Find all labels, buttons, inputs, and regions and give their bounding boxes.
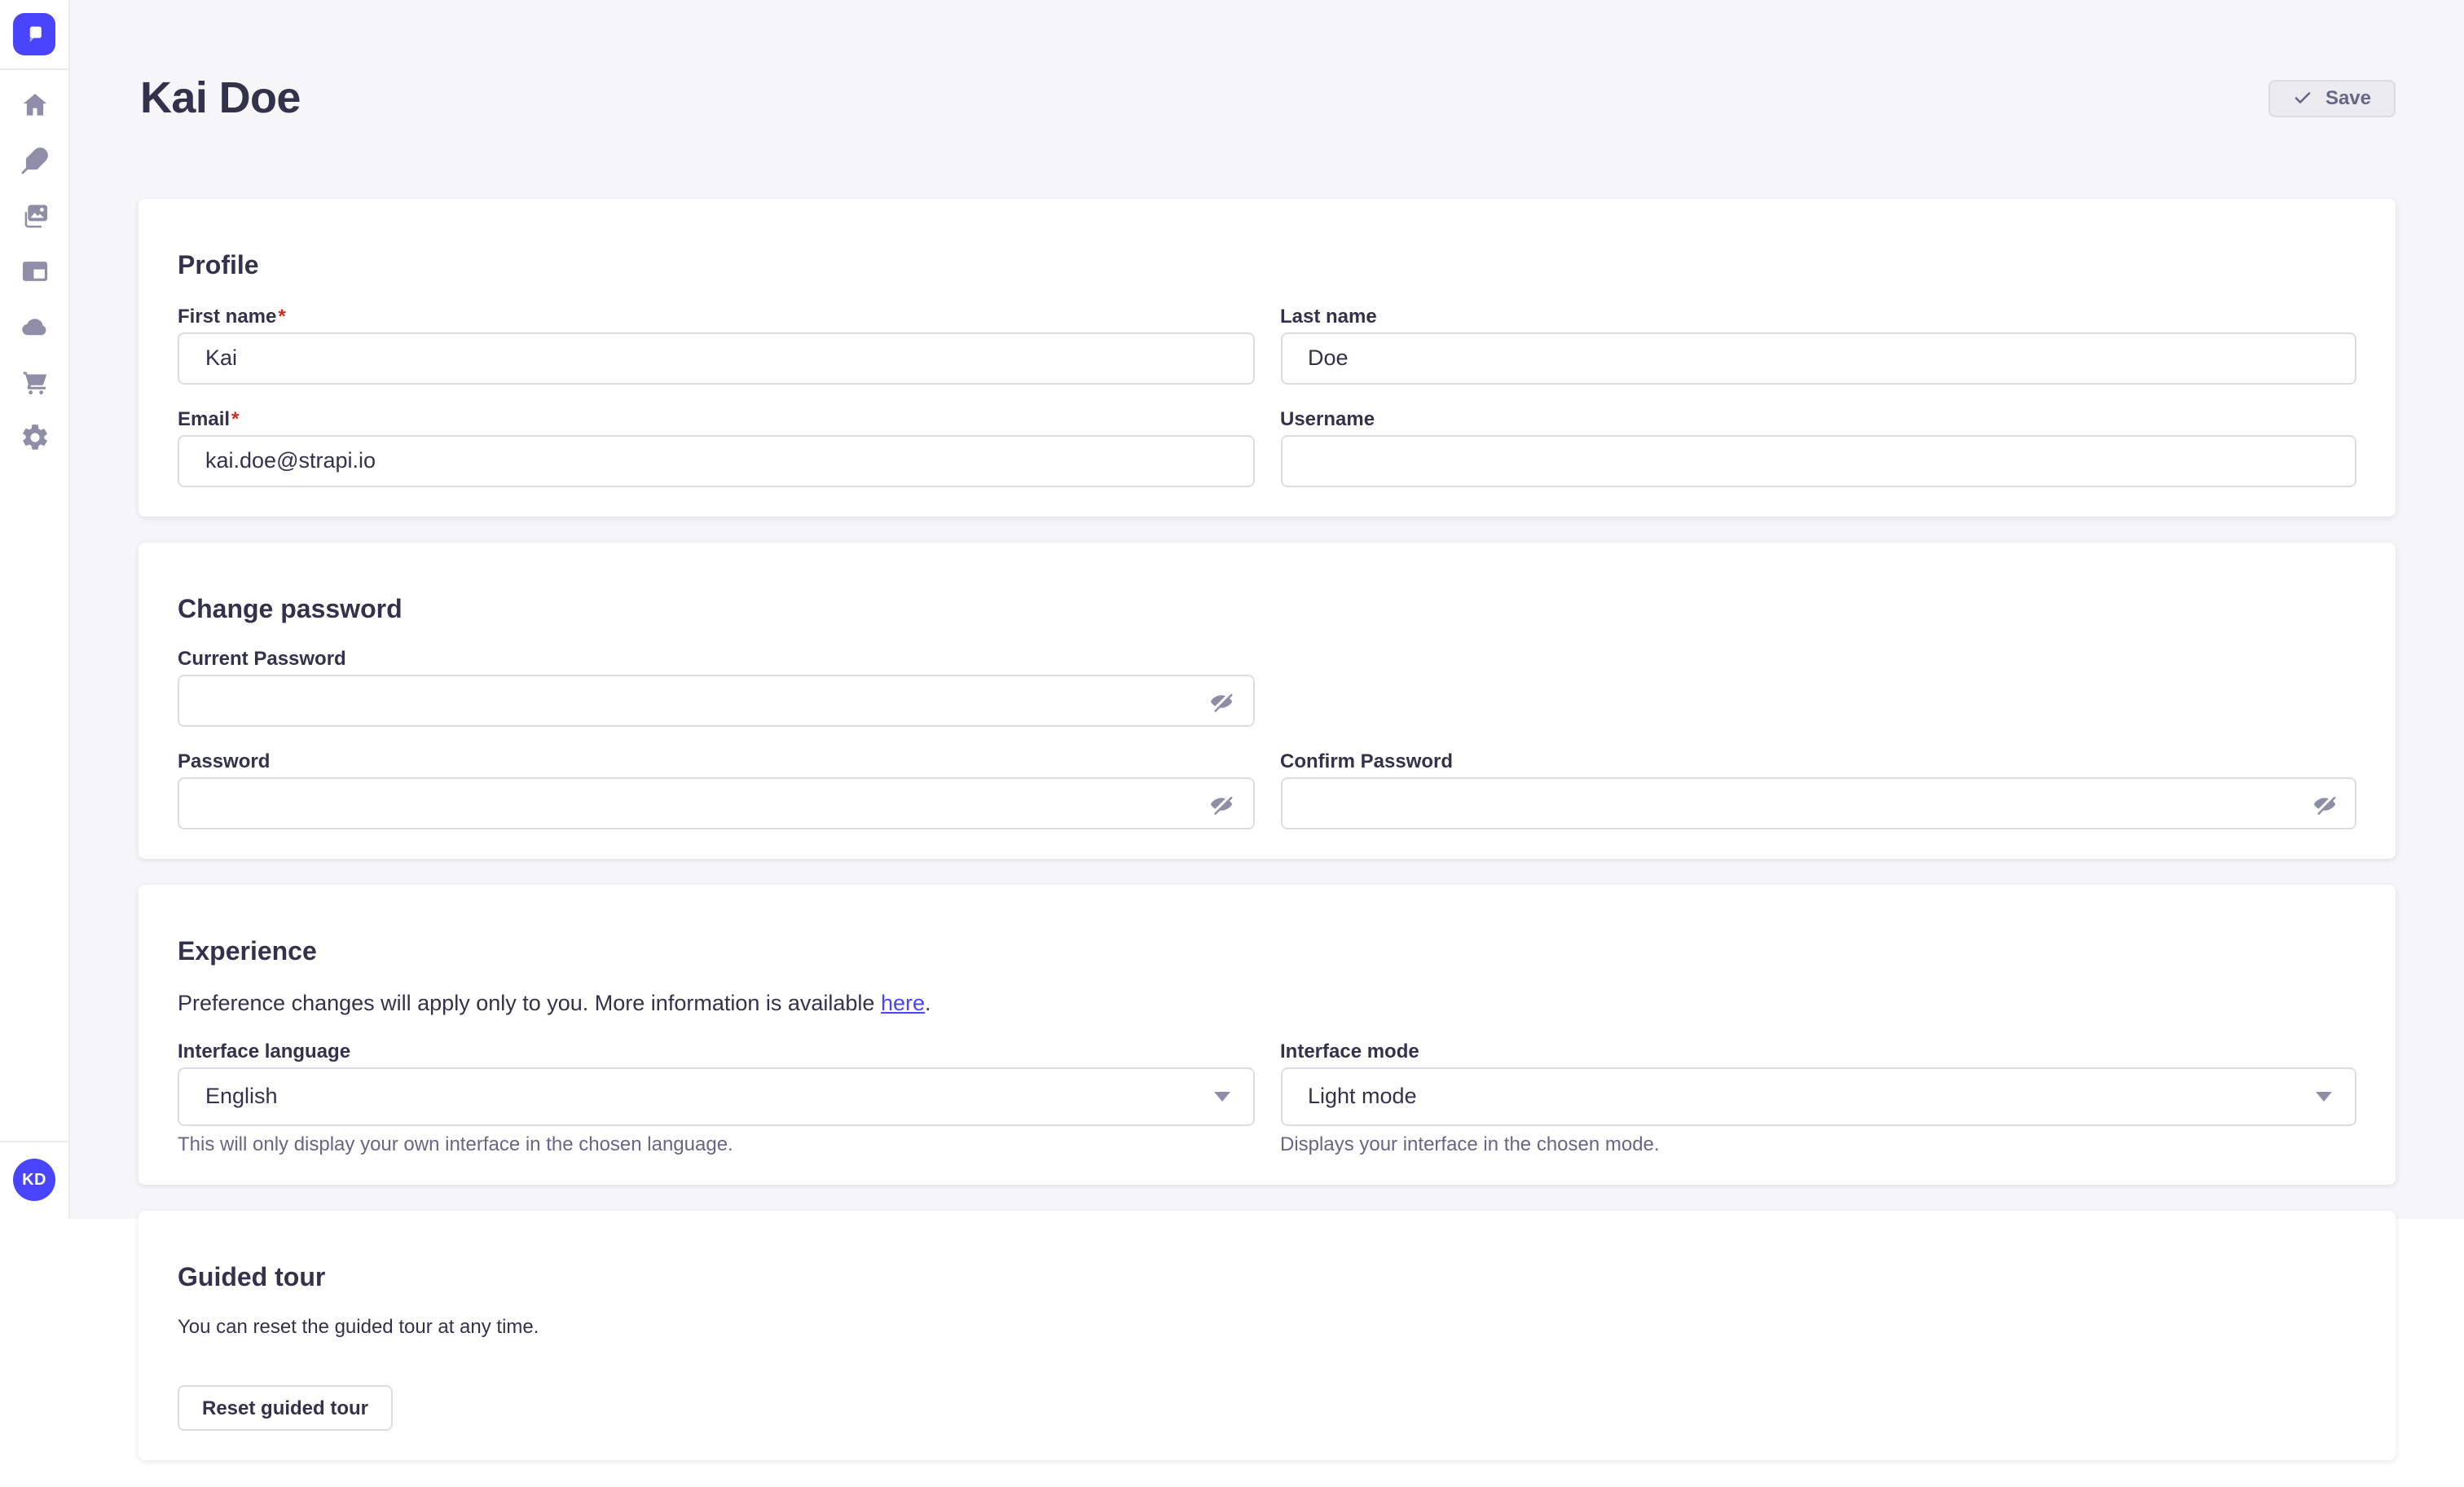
toggle-current-password-visibility-button[interactable] (1207, 686, 1236, 715)
email-field-group: Email* (178, 407, 1254, 486)
change-password-card: Change password Current Password (139, 542, 2396, 859)
interface-mode-value: Light mode (1308, 1084, 1417, 1109)
strapi-logo[interactable] (13, 13, 55, 55)
sidebar-item-media-library[interactable] (14, 196, 55, 236)
interface-language-value: English (205, 1084, 278, 1109)
eye-slash-icon (1208, 790, 1235, 817)
save-button[interactable]: Save (2268, 79, 2396, 117)
interface-mode-field-group: Interface mode Light mode Displays your … (1280, 1040, 2356, 1155)
experience-card: Experience Preference changes will apply… (139, 885, 2396, 1184)
sidebar-item-content-type-builder[interactable] (14, 251, 55, 292)
media-library-icon (19, 200, 50, 231)
save-button-label: Save (2325, 86, 2371, 109)
experience-subtitle: Preference changes will apply only to yo… (178, 991, 2356, 1017)
sidebar-divider-bottom (0, 1141, 68, 1142)
username-field-group: Username (1280, 407, 2356, 486)
change-password-card-title: Change password (178, 596, 2356, 626)
experience-card-title: Experience (178, 939, 2356, 969)
last-name-field-group: Last name (1280, 304, 2356, 384)
profile-card: Profile First name* Last name Email* (139, 199, 2396, 516)
first-name-field-group: First name* (178, 304, 1254, 384)
last-name-label: Last name (1280, 304, 2356, 327)
layout-icon (19, 256, 50, 287)
eye-slash-icon (2310, 790, 2338, 817)
sidebar-item-settings[interactable] (14, 417, 55, 458)
sidebar-item-cloud[interactable] (14, 306, 55, 347)
strapi-logo-glyph (23, 23, 46, 46)
sidebar-bottom: KD (0, 1141, 68, 1219)
sidebar-divider-top (0, 68, 68, 70)
chevron-down-icon (1213, 1092, 1230, 1102)
password-field-group: Password (178, 750, 1254, 829)
user-avatar[interactable]: KD (13, 1159, 55, 1201)
check-icon (2293, 88, 2312, 108)
interface-mode-label: Interface mode (1280, 1040, 2356, 1062)
username-input[interactable] (1280, 434, 2356, 486)
cart-icon (19, 367, 50, 398)
confirm-password-input[interactable] (1280, 777, 2356, 829)
sidebar-nav (14, 85, 55, 458)
confirm-password-label: Confirm Password (1280, 750, 2356, 772)
eye-slash-icon (1208, 687, 1235, 715)
cloud-icon (19, 311, 50, 342)
toggle-confirm-password-visibility-button[interactable] (2309, 789, 2339, 818)
interface-mode-helper: Displays your interface in the chosen mo… (1280, 1133, 2356, 1155)
password-label: Password (178, 750, 1254, 772)
profile-card-title: Profile (178, 253, 2356, 283)
guided-tour-card: Guided tour You can reset the guided tou… (139, 1211, 2396, 1461)
guided-tour-card-title: Guided tour (178, 1265, 2356, 1294)
required-asterisk: * (231, 407, 239, 429)
current-password-field-group: Current Password (178, 647, 1254, 727)
main-area: Kai Doe Save Profile First name* Las (70, 0, 2464, 1219)
first-name-input[interactable] (178, 332, 1254, 384)
last-name-input[interactable] (1280, 332, 2356, 384)
gear-icon (19, 422, 50, 453)
chevron-down-icon (2316, 1092, 2332, 1102)
page-content: Profile First name* Last name Email* (70, 199, 2464, 1486)
interface-language-select[interactable]: English (178, 1067, 1254, 1126)
toggle-password-visibility-button[interactable] (1207, 789, 1236, 818)
interface-language-label: Interface language (178, 1040, 1254, 1062)
interface-language-field-group: Interface language English This will onl… (178, 1040, 1254, 1155)
guided-tour-description: You can reset the guided tour at any tim… (178, 1316, 2356, 1339)
reset-guided-tour-button[interactable]: Reset guided tour (178, 1386, 393, 1432)
password-input[interactable] (178, 777, 1254, 829)
sidebar-item-home[interactable] (14, 85, 55, 125)
email-label: Email* (178, 407, 1254, 429)
interface-mode-select[interactable]: Light mode (1280, 1067, 2356, 1126)
home-icon (19, 90, 50, 121)
more-information-link[interactable]: here (881, 991, 925, 1015)
email-input[interactable] (178, 434, 1254, 486)
sidebar-item-content-manager[interactable] (14, 140, 55, 181)
page-title: Kai Doe (140, 72, 301, 124)
required-asterisk: * (278, 304, 285, 327)
first-name-label: First name* (178, 304, 1254, 327)
page-header: Kai Doe Save (70, 0, 2464, 199)
current-password-input[interactable] (178, 675, 1254, 727)
confirm-password-field-group: Confirm Password (1280, 750, 2356, 829)
sidebar: KD (0, 0, 70, 1219)
sidebar-item-marketplace[interactable] (14, 362, 55, 403)
username-label: Username (1280, 407, 2356, 429)
feather-icon (19, 145, 50, 176)
interface-language-helper: This will only display your own interfac… (178, 1133, 1254, 1155)
app-root: KD Kai Doe Save Profile First name* (0, 0, 2464, 1218)
current-password-label: Current Password (178, 647, 1254, 670)
